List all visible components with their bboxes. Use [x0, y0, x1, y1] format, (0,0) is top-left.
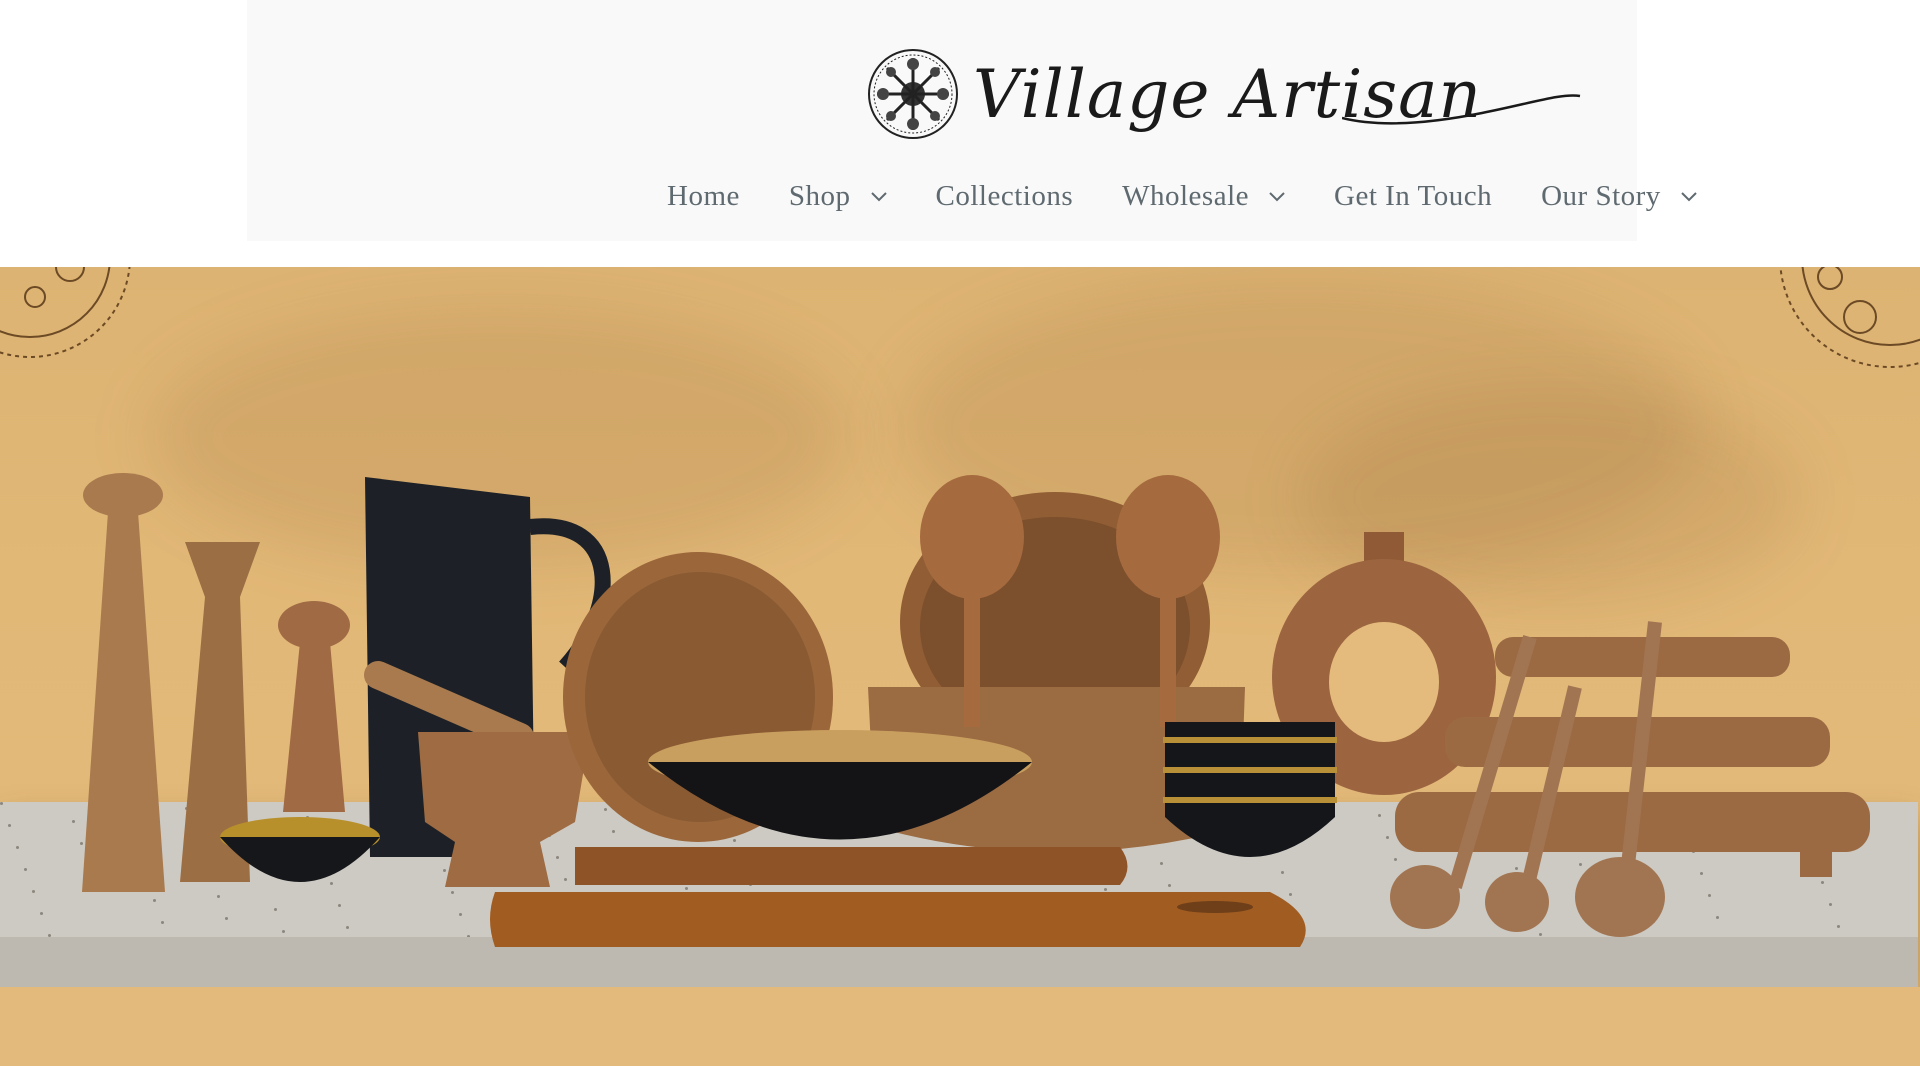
nav-home-label: Home — [667, 180, 740, 212]
main-nav: Home Shop Collections Wholesale Get In T… — [667, 180, 1746, 213]
nav-our-story-label: Our Story — [1541, 180, 1661, 212]
product-display — [82, 473, 1870, 947]
chevron-down-icon — [870, 191, 887, 201]
candle-holder-small — [278, 601, 350, 812]
nav-home[interactable]: Home — [667, 180, 740, 213]
candle-holder-tall — [82, 473, 165, 892]
cutting-boards — [490, 847, 1306, 947]
nav-collections[interactable]: Collections — [936, 180, 1074, 213]
nav-collections-label: Collections — [935, 180, 1074, 212]
mandala-emblem-icon — [868, 49, 958, 139]
hero-banner[interactable] — [0, 267, 1920, 1066]
chevron-down-icon — [1681, 191, 1697, 201]
nav-wholesale[interactable]: Wholesale — [1122, 180, 1285, 213]
chevron-down-icon — [1269, 191, 1285, 201]
nav-get-in-touch-label: Get In Touch — [1334, 180, 1493, 212]
nav-shop-label: Shop — [788, 180, 851, 212]
nav-shop[interactable]: Shop — [789, 180, 887, 213]
site-header: Village Artisan Home Shop Collections Wh… — [247, 0, 1697, 241]
nav-our-story[interactable]: Our Story — [1541, 180, 1697, 213]
nav-get-in-touch[interactable]: Get In Touch — [1334, 180, 1492, 213]
wordmark-flourish — [1342, 94, 1581, 125]
nav-wholesale-label: Wholesale — [1122, 180, 1250, 212]
